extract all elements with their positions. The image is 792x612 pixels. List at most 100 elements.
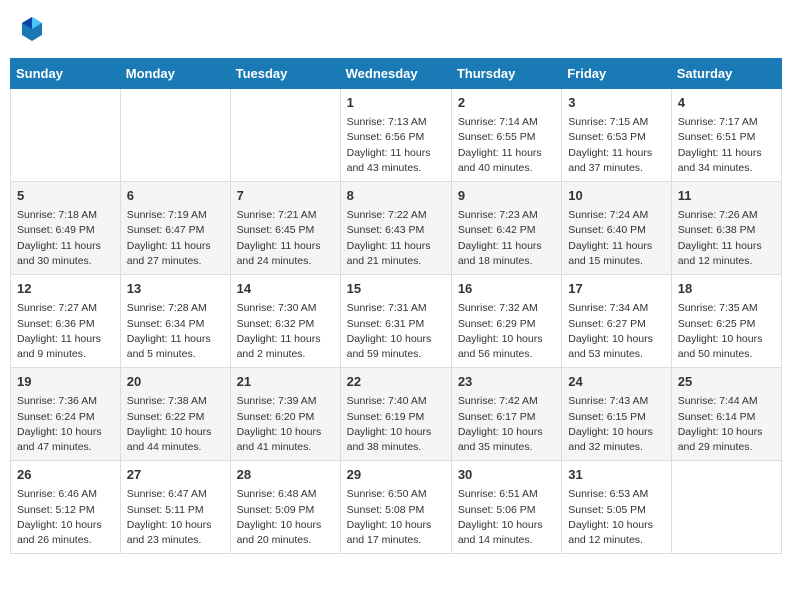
day-info: Sunrise: 7:18 AM Sunset: 6:49 PM Dayligh… bbox=[17, 208, 114, 269]
calendar-day-cell: 25 Sunrise: 7:44 AM Sunset: 6:14 PM Dayli… bbox=[671, 368, 781, 461]
day-of-week-header: Friday bbox=[562, 59, 671, 89]
day-info: Sunrise: 7:30 AM Sunset: 6:32 PM Dayligh… bbox=[237, 301, 334, 362]
day-info: Sunrise: 6:51 AM Sunset: 5:06 PM Dayligh… bbox=[458, 487, 555, 548]
day-number: 23 bbox=[458, 373, 555, 391]
day-number: 9 bbox=[458, 187, 555, 205]
day-info: Sunrise: 7:38 AM Sunset: 6:22 PM Dayligh… bbox=[127, 394, 224, 455]
day-info: Sunrise: 7:13 AM Sunset: 6:56 PM Dayligh… bbox=[347, 115, 445, 176]
day-info: Sunrise: 7:42 AM Sunset: 6:17 PM Dayligh… bbox=[458, 394, 555, 455]
calendar-day-cell: 13Sunrise: 7:28 AM Sunset: 6:34 PM Dayli… bbox=[120, 275, 230, 368]
calendar-week-row: 12 Sunrise: 7:27 AM Sunset: 6:36 PM Dayli… bbox=[11, 275, 782, 368]
day-info: Sunrise: 6:48 AM Sunset: 5:09 PM Dayligh… bbox=[237, 487, 334, 548]
day-info: Sunrise: 7:17 AM Sunset: 6:51 PM Dayligh… bbox=[678, 115, 775, 176]
day-number: 31 bbox=[568, 466, 664, 484]
calendar-day-cell: 20 Sunrise: 7:38 AM Sunset: 6:22 PM Dayli… bbox=[120, 368, 230, 461]
day-number: 26 bbox=[17, 466, 114, 484]
day-number: 17 bbox=[568, 280, 664, 298]
day-info: Sunrise: 7:22 AM Sunset: 6:43 PM Dayligh… bbox=[347, 208, 445, 269]
day-info: Sunrise: 6:47 AM Sunset: 5:11 PM Dayligh… bbox=[127, 487, 224, 548]
day-number: 30 bbox=[458, 466, 555, 484]
calendar-day-cell: 7Sunrise: 7:21 AM Sunset: 6:45 PM Daylig… bbox=[230, 182, 340, 275]
day-number: 19 bbox=[17, 373, 114, 391]
calendar-day-cell: 28 Sunrise: 6:48 AM Sunset: 5:09 PM Dayli… bbox=[230, 461, 340, 554]
calendar-table: SundayMondayTuesdayWednesdayThursdayFrid… bbox=[10, 58, 782, 554]
day-number: 11 bbox=[678, 187, 775, 205]
day-info: Sunrise: 7:34 AM Sunset: 6:27 PM Dayligh… bbox=[568, 301, 664, 362]
calendar-day-cell: 17 Sunrise: 7:34 AM Sunset: 6:27 PM Dayli… bbox=[562, 275, 671, 368]
day-info: Sunrise: 7:32 AM Sunset: 6:29 PM Dayligh… bbox=[458, 301, 555, 362]
day-of-week-header: Wednesday bbox=[340, 59, 451, 89]
day-number: 12 bbox=[17, 280, 114, 298]
day-number: 15 bbox=[347, 280, 445, 298]
calendar-day-cell: 12 Sunrise: 7:27 AM Sunset: 6:36 PM Dayli… bbox=[11, 275, 121, 368]
calendar-day-cell: 9 Sunrise: 7:23 AM Sunset: 6:42 PM Daylig… bbox=[451, 182, 561, 275]
day-info: Sunrise: 7:28 AM Sunset: 6:34 PM Dayligh… bbox=[127, 301, 224, 362]
calendar-day-cell: 15 Sunrise: 7:31 AM Sunset: 6:31 PM Dayli… bbox=[340, 275, 451, 368]
day-number: 24 bbox=[568, 373, 664, 391]
calendar-day-cell bbox=[671, 461, 781, 554]
day-info: Sunrise: 6:46 AM Sunset: 5:12 PM Dayligh… bbox=[17, 487, 114, 548]
day-number: 22 bbox=[347, 373, 445, 391]
day-number: 4 bbox=[678, 94, 775, 112]
day-of-week-header: Tuesday bbox=[230, 59, 340, 89]
day-number: 25 bbox=[678, 373, 775, 391]
calendar-day-cell: 23 Sunrise: 7:42 AM Sunset: 6:17 PM Dayli… bbox=[451, 368, 561, 461]
calendar-day-cell bbox=[230, 89, 340, 182]
calendar-header-row: SundayMondayTuesdayWednesdayThursdayFrid… bbox=[11, 59, 782, 89]
day-info: Sunrise: 7:40 AM Sunset: 6:19 PM Dayligh… bbox=[347, 394, 445, 455]
day-info: Sunrise: 7:27 AM Sunset: 6:36 PM Dayligh… bbox=[17, 301, 114, 362]
calendar-day-cell: 3 Sunrise: 7:15 AM Sunset: 6:53 PM Daylig… bbox=[562, 89, 671, 182]
calendar-day-cell: 14 Sunrise: 7:30 AM Sunset: 6:32 PM Dayli… bbox=[230, 275, 340, 368]
day-number: 27 bbox=[127, 466, 224, 484]
calendar-week-row: 19 Sunrise: 7:36 AM Sunset: 6:24 PM Dayli… bbox=[11, 368, 782, 461]
day-number: 10 bbox=[568, 187, 664, 205]
calendar-day-cell: 30 Sunrise: 6:51 AM Sunset: 5:06 PM Dayli… bbox=[451, 461, 561, 554]
day-number: 16 bbox=[458, 280, 555, 298]
day-number: 28 bbox=[237, 466, 334, 484]
day-info: Sunrise: 7:43 AM Sunset: 6:15 PM Dayligh… bbox=[568, 394, 664, 455]
day-info: Sunrise: 7:31 AM Sunset: 6:31 PM Dayligh… bbox=[347, 301, 445, 362]
page-header bbox=[10, 10, 782, 48]
day-info: Sunrise: 7:39 AM Sunset: 6:20 PM Dayligh… bbox=[237, 394, 334, 455]
day-number: 8 bbox=[347, 187, 445, 205]
calendar-day-cell: 11 Sunrise: 7:26 AM Sunset: 6:38 PM Dayli… bbox=[671, 182, 781, 275]
calendar-day-cell: 5 Sunrise: 7:18 AM Sunset: 6:49 PM Daylig… bbox=[11, 182, 121, 275]
day-info: Sunrise: 7:14 AM Sunset: 6:55 PM Dayligh… bbox=[458, 115, 555, 176]
calendar-day-cell: 18 Sunrise: 7:35 AM Sunset: 6:25 PM Dayli… bbox=[671, 275, 781, 368]
day-number: 1 bbox=[347, 94, 445, 112]
day-number: 14 bbox=[237, 280, 334, 298]
day-info: Sunrise: 7:24 AM Sunset: 6:40 PM Dayligh… bbox=[568, 208, 664, 269]
calendar-day-cell: 29Sunrise: 6:50 AM Sunset: 5:08 PM Dayli… bbox=[340, 461, 451, 554]
calendar-week-row: 5 Sunrise: 7:18 AM Sunset: 6:49 PM Daylig… bbox=[11, 182, 782, 275]
calendar-day-cell: 22 Sunrise: 7:40 AM Sunset: 6:19 PM Dayli… bbox=[340, 368, 451, 461]
day-number: 6 bbox=[127, 187, 224, 205]
day-info: Sunrise: 7:23 AM Sunset: 6:42 PM Dayligh… bbox=[458, 208, 555, 269]
calendar-day-cell: 1 Sunrise: 7:13 AM Sunset: 6:56 PM Daylig… bbox=[340, 89, 451, 182]
day-number: 5 bbox=[17, 187, 114, 205]
day-info: Sunrise: 7:15 AM Sunset: 6:53 PM Dayligh… bbox=[568, 115, 664, 176]
day-of-week-header: Thursday bbox=[451, 59, 561, 89]
calendar-day-cell: 31 Sunrise: 6:53 AM Sunset: 5:05 PM Dayli… bbox=[562, 461, 671, 554]
day-of-week-header: Monday bbox=[120, 59, 230, 89]
logo-icon bbox=[20, 15, 44, 43]
day-number: 2 bbox=[458, 94, 555, 112]
calendar-day-cell: 27 Sunrise: 6:47 AM Sunset: 5:11 PM Dayli… bbox=[120, 461, 230, 554]
day-info: Sunrise: 7:36 AM Sunset: 6:24 PM Dayligh… bbox=[17, 394, 114, 455]
day-number: 3 bbox=[568, 94, 664, 112]
day-info: Sunrise: 7:44 AM Sunset: 6:14 PM Dayligh… bbox=[678, 394, 775, 455]
calendar-day-cell bbox=[11, 89, 121, 182]
day-number: 21 bbox=[237, 373, 334, 391]
day-info: Sunrise: 6:53 AM Sunset: 5:05 PM Dayligh… bbox=[568, 487, 664, 548]
calendar-day-cell: 8 Sunrise: 7:22 AM Sunset: 6:43 PM Daylig… bbox=[340, 182, 451, 275]
day-number: 20 bbox=[127, 373, 224, 391]
calendar-day-cell: 4 Sunrise: 7:17 AM Sunset: 6:51 PM Daylig… bbox=[671, 89, 781, 182]
day-of-week-header: Sunday bbox=[11, 59, 121, 89]
calendar-day-cell: 26 Sunrise: 6:46 AM Sunset: 5:12 PM Dayli… bbox=[11, 461, 121, 554]
day-info: Sunrise: 7:35 AM Sunset: 6:25 PM Dayligh… bbox=[678, 301, 775, 362]
day-number: 29 bbox=[347, 466, 445, 484]
day-number: 18 bbox=[678, 280, 775, 298]
day-info: Sunrise: 7:26 AM Sunset: 6:38 PM Dayligh… bbox=[678, 208, 775, 269]
day-of-week-header: Saturday bbox=[671, 59, 781, 89]
calendar-week-row: 26 Sunrise: 6:46 AM Sunset: 5:12 PM Dayli… bbox=[11, 461, 782, 554]
calendar-day-cell: 16 Sunrise: 7:32 AM Sunset: 6:29 PM Dayli… bbox=[451, 275, 561, 368]
